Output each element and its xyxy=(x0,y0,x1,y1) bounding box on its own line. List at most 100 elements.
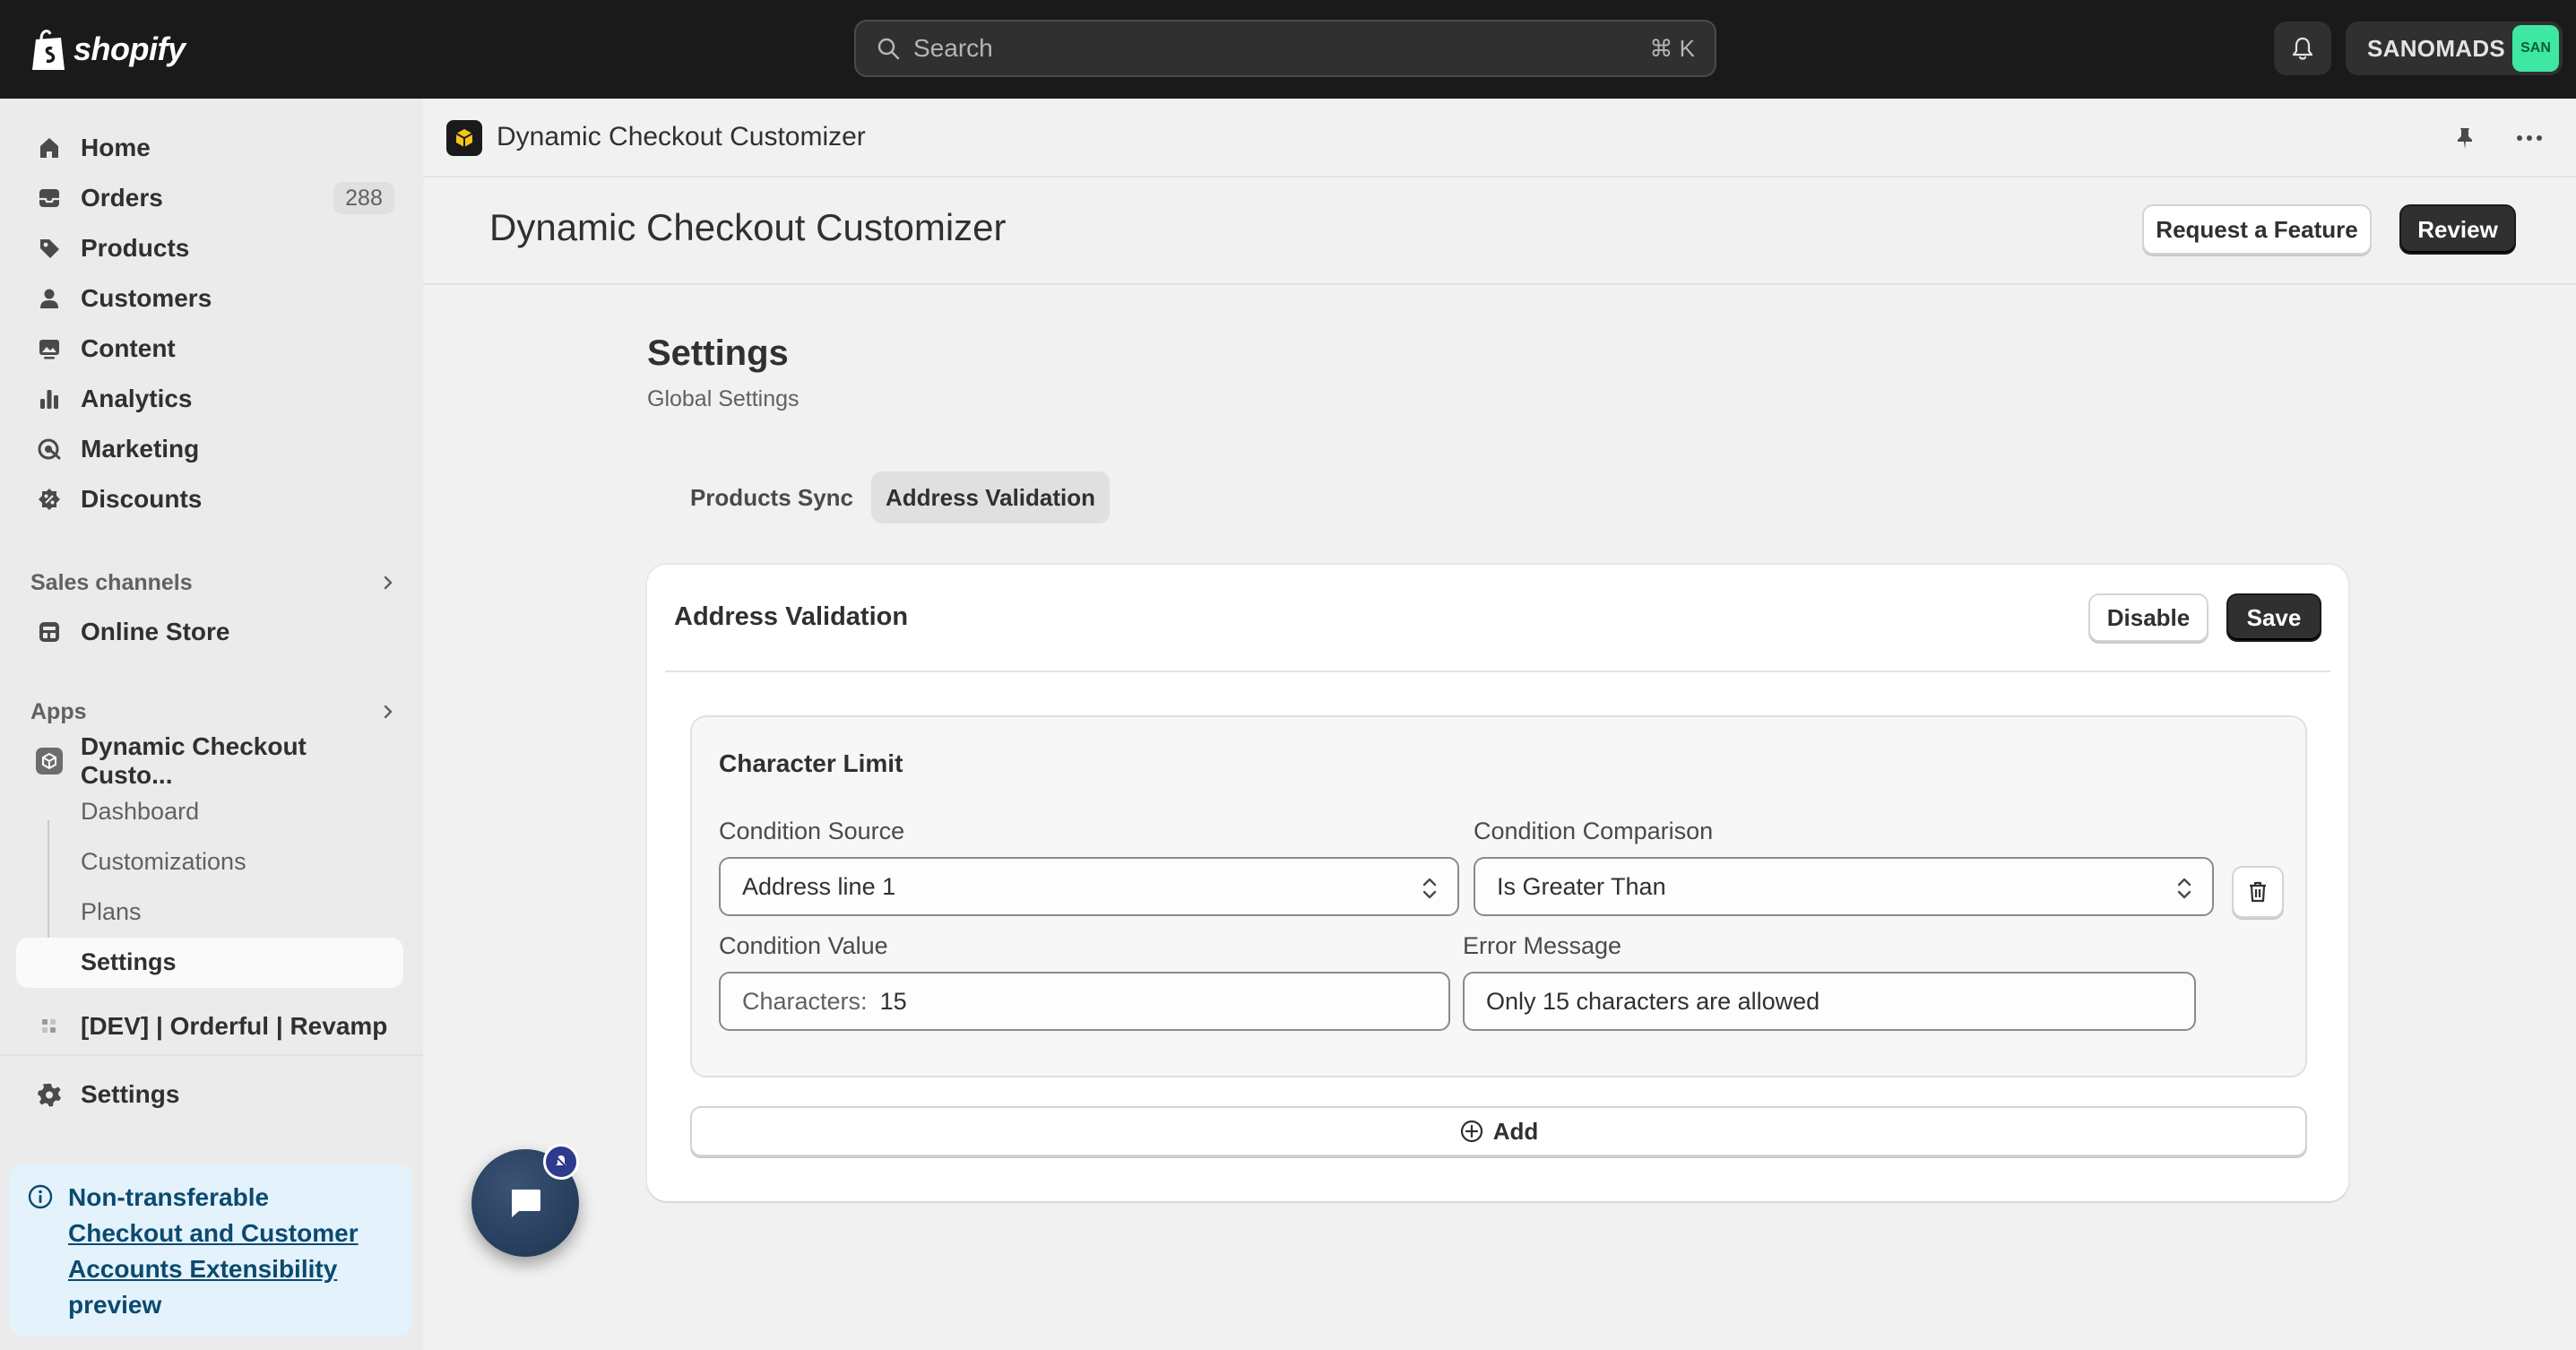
condition-source-label: Condition Source xyxy=(719,818,905,844)
notice-prefix: Non-transferable xyxy=(68,1183,270,1211)
bell-off-icon xyxy=(555,1155,567,1168)
app-sub-item-dashboard[interactable]: Dashboard xyxy=(16,787,403,837)
select-chevron-icon xyxy=(2177,878,2191,899)
add-label: Add xyxy=(1492,1117,1539,1145)
sidebar-item-online-store[interactable]: Online Store xyxy=(16,608,403,656)
sidebar-item-content[interactable]: Content xyxy=(16,325,403,373)
sidebar-item-customers[interactable]: Customers xyxy=(16,274,403,323)
chevron-right-icon xyxy=(384,575,393,590)
discount-icon xyxy=(36,486,63,513)
divider xyxy=(665,671,2330,672)
search-bar[interactable]: Search ⌘ K xyxy=(854,20,1716,77)
ellipsis-icon xyxy=(2517,135,2542,141)
notifications-button[interactable] xyxy=(2274,22,2331,75)
store-menu-button[interactable]: SANOMADS SAN xyxy=(2346,22,2563,75)
pin-icon xyxy=(2458,128,2472,149)
chevron-right-icon xyxy=(384,705,393,719)
sub-item-label: Customizations xyxy=(81,848,246,875)
sidebar-item-label: Online Store xyxy=(81,618,230,645)
review-button[interactable]: Review xyxy=(2399,204,2516,255)
app-sub-item-plans[interactable]: Plans xyxy=(16,887,403,938)
tab-products-sync[interactable]: Products Sync xyxy=(669,472,875,524)
condition-source-value: Address line 1 xyxy=(742,872,896,900)
store-icon xyxy=(36,619,63,645)
app-bar: Dynamic Checkout Customizer xyxy=(423,99,2576,177)
trash-icon xyxy=(2250,881,2266,903)
sales-channels-header[interactable]: Sales channels xyxy=(30,565,398,601)
error-message-label: Error Message xyxy=(1463,932,1622,959)
disable-button[interactable]: Disable xyxy=(2088,593,2209,642)
person-icon xyxy=(36,285,63,312)
notification-badge xyxy=(543,1144,579,1180)
sidebar-item-products[interactable]: Products xyxy=(16,224,403,273)
condition-comparison-select[interactable]: Is Greater Than xyxy=(1474,857,2214,916)
add-rule-button[interactable]: Add xyxy=(690,1106,2307,1156)
sidebar-item-dev-app[interactable]: [DEV] | Orderful | Revamp xyxy=(16,1002,403,1051)
rule-title: Character Limit xyxy=(719,749,903,777)
sidebar-item-app-dynamic-checkout[interactable]: Dynamic Checkout Custo... xyxy=(16,732,403,789)
target-icon xyxy=(36,436,63,463)
sidebar-item-discounts[interactable]: Discounts xyxy=(16,475,403,524)
condition-value-input[interactable]: Characters: 15 xyxy=(719,972,1450,1031)
settings-subtitle: Global Settings xyxy=(647,386,800,411)
bell-icon xyxy=(2292,37,2313,60)
sidebar-item-label: Products xyxy=(81,234,190,262)
orders-count-badge: 288 xyxy=(333,182,394,214)
pin-button[interactable] xyxy=(2449,122,2481,154)
grid-icon xyxy=(36,1013,63,1040)
sales-channels-label: Sales channels xyxy=(30,569,193,595)
sidebar-item-label: Customers xyxy=(81,284,212,312)
top-bar: shopify Search ⌘ K SANOMADS SAN xyxy=(0,0,2576,99)
gear-icon xyxy=(36,1081,63,1108)
sidebar-item-marketing[interactable]: Marketing xyxy=(16,425,403,473)
sidebar-item-label: [DEV] | Orderful | Revamp xyxy=(81,1012,388,1040)
page-header: Dynamic Checkout Customizer Request a Fe… xyxy=(423,177,2576,285)
condition-value-value: 15 xyxy=(879,987,907,1015)
app-sub-item-customizations[interactable]: Customizations xyxy=(16,837,403,887)
home-icon xyxy=(36,134,63,161)
more-actions-button[interactable] xyxy=(2510,122,2549,154)
app-bar-title: Dynamic Checkout Customizer xyxy=(497,122,866,151)
error-message-value: Only 15 characters are allowed xyxy=(1486,987,1820,1015)
sidebar-item-label: Orders xyxy=(81,184,163,212)
sidebar-item-label: Home xyxy=(81,134,151,161)
inbox-icon xyxy=(36,185,63,212)
divider xyxy=(0,1054,423,1056)
sub-item-label: Dashboard xyxy=(81,798,200,825)
sidebar-item-orders[interactable]: Orders 288 xyxy=(16,174,403,222)
sidebar-item-label: Discounts xyxy=(81,485,203,513)
delete-rule-button[interactable] xyxy=(2232,866,2284,918)
settings-header: Settings Global Settings xyxy=(647,333,800,412)
apps-header[interactable]: Apps xyxy=(30,694,398,730)
sidebar-item-label: Marketing xyxy=(81,435,200,463)
sidebar-item-label: Analytics xyxy=(81,385,193,412)
sidebar-item-analytics[interactable]: Analytics xyxy=(16,375,403,423)
sub-item-label: Plans xyxy=(81,898,142,925)
condition-source-select[interactable]: Address line 1 xyxy=(719,857,1459,916)
sidebar-item-home[interactable]: Home xyxy=(16,124,403,172)
condition-value-prefix: Characters: xyxy=(742,987,868,1015)
request-feature-button[interactable]: Request a Feature xyxy=(2142,204,2372,255)
app-sub-item-settings[interactable]: Settings xyxy=(16,938,403,988)
search-icon xyxy=(877,38,900,60)
tab-address-validation[interactable]: Address Validation xyxy=(871,472,1110,524)
app-cube-icon xyxy=(36,748,63,775)
apps-label: Apps xyxy=(30,698,87,724)
brand-wordmark: shopify xyxy=(73,30,186,67)
settings-title: Settings xyxy=(647,333,789,373)
sidebar-item-label: Dynamic Checkout Custo... xyxy=(80,732,307,789)
app-logo-icon xyxy=(446,120,482,156)
sidebar-item-label: Settings xyxy=(81,1080,180,1108)
sidebar-item-settings[interactable]: Settings xyxy=(16,1070,403,1119)
notice-suffix: preview xyxy=(68,1291,162,1319)
bar-chart-icon xyxy=(36,385,63,412)
image-icon xyxy=(36,335,63,362)
tag-icon xyxy=(36,235,63,262)
error-message-input[interactable]: Only 15 characters are allowed xyxy=(1463,972,2196,1031)
extensibility-link[interactable]: Checkout and Customer Accounts Extensibi… xyxy=(68,1219,359,1283)
plus-circle-icon xyxy=(1460,1120,1482,1143)
page-title: Dynamic Checkout Customizer xyxy=(489,206,1007,248)
save-button[interactable]: Save xyxy=(2226,593,2321,642)
sub-item-label: Settings xyxy=(81,948,177,975)
shopify-logo[interactable]: shopify xyxy=(29,25,186,74)
